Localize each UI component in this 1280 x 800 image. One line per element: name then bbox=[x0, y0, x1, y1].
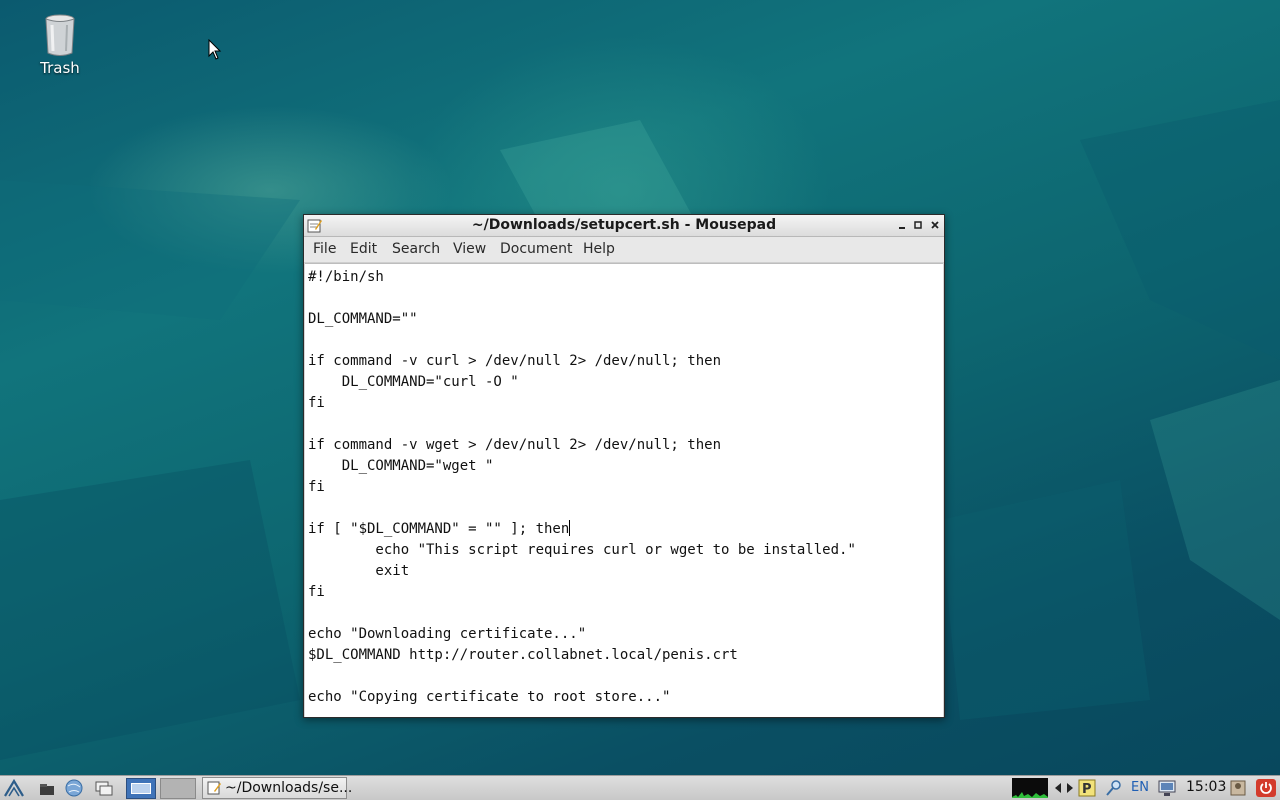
code-line-text: if command -v curl > /dev/null 2> /dev/n… bbox=[308, 353, 722, 369]
code-line: if [ "$DL_COMMAND" = "" ]; then bbox=[308, 519, 856, 540]
menu-file[interactable]: File bbox=[313, 241, 336, 257]
text-editor[interactable]: #!/bin/sh DL_COMMAND=""if command -v curl… bbox=[305, 263, 943, 717]
code-line-text: if [ "$DL_COMMAND" = "" ]; then bbox=[308, 521, 570, 537]
code-line: if command -v curl > /dev/null 2> /dev/n… bbox=[308, 351, 856, 372]
menu-edit[interactable]: Edit bbox=[350, 241, 377, 257]
code-line-text: exit bbox=[308, 563, 410, 579]
mouse-pointer-icon bbox=[208, 39, 222, 60]
text-caret bbox=[569, 520, 571, 536]
start-menu-icon[interactable] bbox=[3, 778, 25, 798]
mousepad-window: ~/Downloads/setupcert.sh - Mousepad File… bbox=[303, 214, 945, 718]
window-switcher-icon[interactable] bbox=[93, 778, 115, 798]
editor-content: #!/bin/sh DL_COMMAND=""if command -v curl… bbox=[308, 267, 856, 708]
menu-document[interactable]: Document bbox=[500, 241, 573, 257]
user-session-icon[interactable] bbox=[1228, 778, 1248, 798]
code-line: if command -v wget > /dev/null 2> /dev/n… bbox=[308, 435, 856, 456]
code-line: DL_COMMAND="wget " bbox=[308, 456, 856, 477]
code-line-text: DL_COMMAND="curl -O " bbox=[308, 374, 519, 390]
cpu-monitor-icon[interactable] bbox=[1012, 778, 1048, 798]
trash-icon bbox=[45, 14, 75, 56]
window-titlebar[interactable]: ~/Downloads/setupcert.sh - Mousepad bbox=[304, 215, 944, 237]
minimize-button[interactable] bbox=[895, 218, 909, 232]
code-line-text: fi bbox=[308, 584, 325, 600]
window-title: ~/Downloads/setupcert.sh - Mousepad bbox=[471, 217, 777, 233]
code-line: #!/bin/sh bbox=[308, 267, 856, 288]
menubar: File Edit Search View Document Help bbox=[304, 237, 944, 263]
code-line: DL_COMMAND="curl -O " bbox=[308, 372, 856, 393]
code-line: fi bbox=[308, 393, 856, 414]
network-icon[interactable] bbox=[1156, 778, 1180, 798]
menu-search[interactable]: Search bbox=[392, 241, 440, 257]
code-line-text: #!/bin/sh bbox=[308, 269, 384, 285]
code-line-text: echo "Copying certificate to root store.… bbox=[308, 689, 671, 705]
close-icon bbox=[931, 221, 939, 229]
keyboard-layout-indicator[interactable]: EN bbox=[1131, 780, 1149, 795]
workspace-2[interactable] bbox=[160, 778, 196, 799]
maximize-button[interactable] bbox=[911, 218, 925, 232]
code-line: echo "Downloading certificate..." bbox=[308, 624, 856, 645]
taskbar-window-button[interactable]: ~/Downloads/se... bbox=[202, 777, 352, 799]
taskbar: ~/Downloads/se... P EN 15:03 bbox=[0, 775, 1280, 800]
minimize-icon bbox=[899, 227, 905, 229]
code-line: $DL_COMMAND http://router.collabnet.loca… bbox=[308, 645, 856, 666]
network-activity-icon[interactable] bbox=[1052, 778, 1076, 798]
code-line-text: DL_COMMAND="" bbox=[308, 311, 418, 327]
web-browser-icon[interactable] bbox=[63, 778, 85, 798]
search-tool-icon[interactable] bbox=[1104, 778, 1124, 798]
code-line-text: echo "Downloading certificate..." bbox=[308, 626, 587, 642]
trash-label: Trash bbox=[40, 59, 80, 77]
code-line-text: if command -v wget > /dev/null 2> /dev/n… bbox=[308, 437, 722, 453]
code-line-text: echo "This script requires curl or wget … bbox=[308, 542, 856, 558]
power-icon[interactable] bbox=[1255, 778, 1277, 798]
code-line: exit bbox=[308, 561, 856, 582]
code-line-text: $DL_COMMAND http://router.collabnet.loca… bbox=[308, 647, 738, 663]
maximize-icon bbox=[914, 221, 922, 229]
code-line: echo "Copying certificate to root store.… bbox=[308, 687, 856, 708]
close-button[interactable] bbox=[928, 218, 942, 232]
mousepad-task-icon bbox=[207, 781, 221, 795]
code-line-text: DL_COMMAND="wget " bbox=[308, 458, 494, 474]
svg-text:P: P bbox=[1082, 782, 1092, 797]
code-line-text: fi bbox=[308, 479, 325, 495]
code-line: DL_COMMAND="" bbox=[308, 309, 856, 330]
code-line-text: fi bbox=[308, 395, 325, 411]
clock[interactable]: 15:03 bbox=[1186, 779, 1226, 795]
menu-help[interactable]: Help bbox=[583, 241, 615, 257]
pidgin-icon[interactable]: P bbox=[1078, 778, 1096, 798]
code-line: fi bbox=[308, 477, 856, 498]
workspace-1[interactable] bbox=[126, 778, 156, 799]
code-line: echo "This script requires curl or wget … bbox=[308, 540, 856, 561]
file-manager-icon[interactable] bbox=[36, 778, 58, 798]
taskbar-window-label: ~/Downloads/se... bbox=[225, 780, 353, 796]
menu-view[interactable]: View bbox=[453, 241, 486, 257]
code-line: fi bbox=[308, 582, 856, 603]
trash-desktop-icon[interactable]: Trash bbox=[30, 10, 90, 77]
